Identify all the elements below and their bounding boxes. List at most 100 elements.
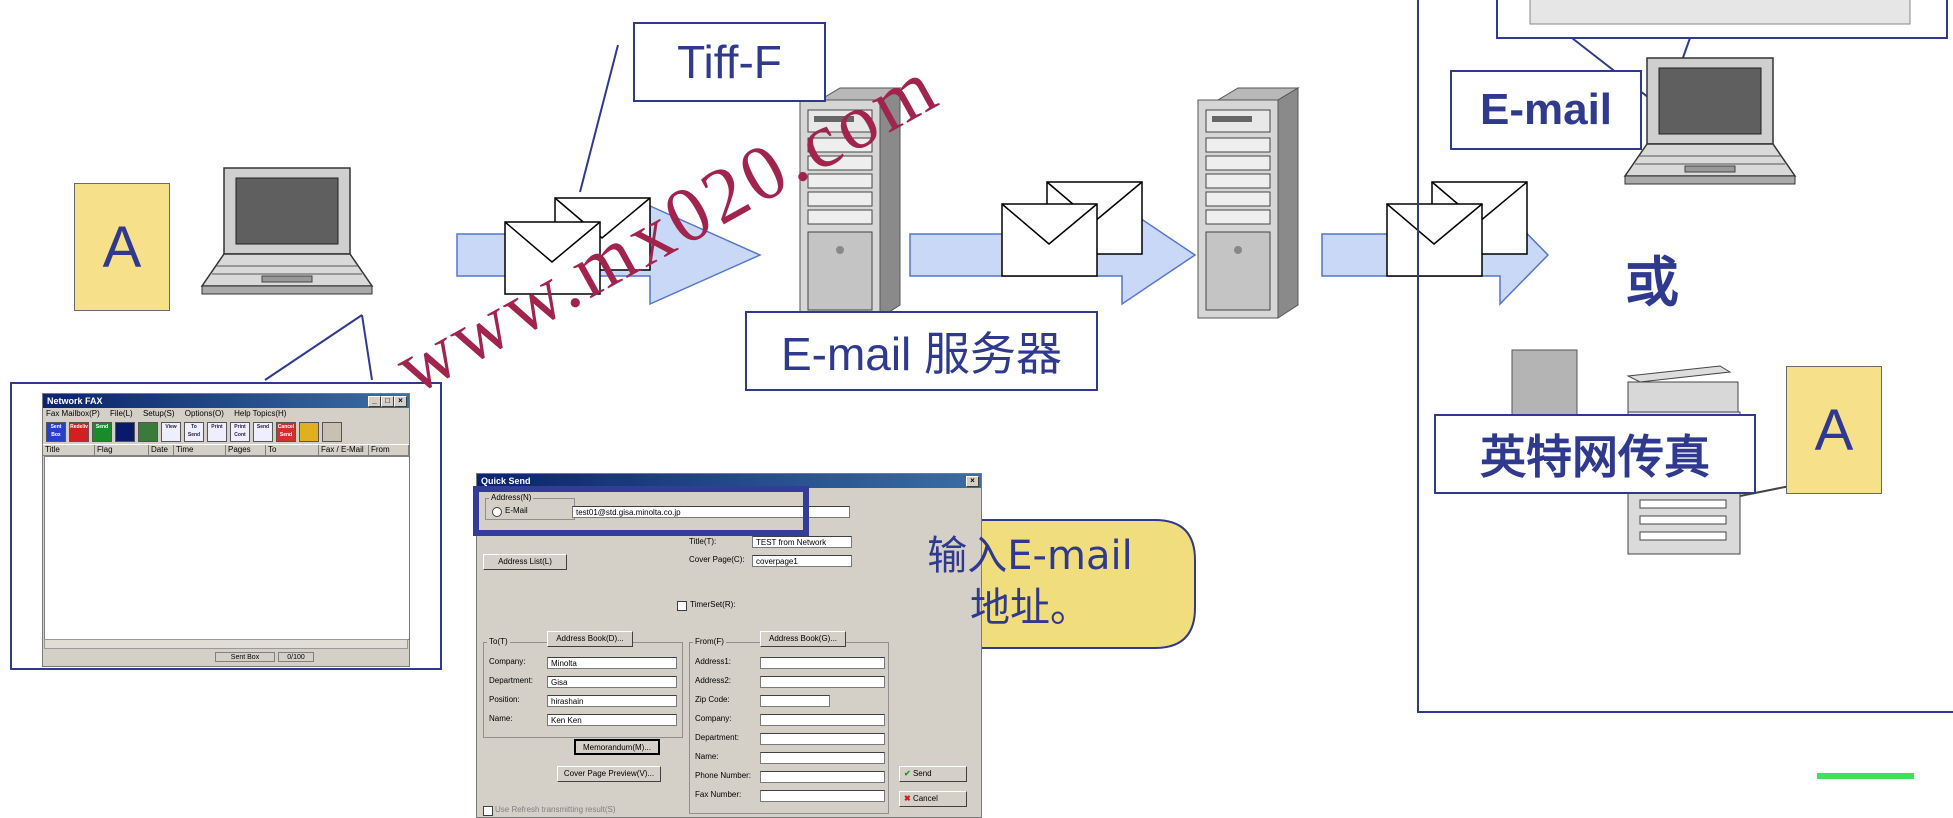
address-list-button[interactable]: Address List(L) xyxy=(483,554,567,570)
memorandum-button[interactable]: Memorandum(M)... xyxy=(574,739,660,755)
server-icon xyxy=(1197,87,1299,319)
cover-page-preview-button[interactable]: Cover Page Preview(V)... xyxy=(557,766,661,782)
tools-tool-icon[interactable] xyxy=(322,422,342,442)
document-a-right: A xyxy=(1786,366,1882,494)
envelope-tool-icon[interactable] xyxy=(138,422,158,442)
from-address2-field[interactable] xyxy=(760,676,885,688)
email-recipient-label: E-mail xyxy=(1450,70,1642,150)
send-tool[interactable]: Send xyxy=(92,422,112,442)
menu-fax-mailbox[interactable]: Fax Mailbox(P) xyxy=(46,409,100,418)
internet-fax-label: 英特网传真 xyxy=(1434,414,1756,494)
col-to[interactable]: To xyxy=(266,445,319,456)
search-tool-icon[interactable] xyxy=(299,422,319,442)
cancel-label: Cancel xyxy=(912,794,938,803)
col-flag[interactable]: Flag xyxy=(95,445,149,456)
col-fax-email[interactable]: Fax / E-Mail xyxy=(319,445,369,456)
to-department-field[interactable]: Gisa xyxy=(547,676,677,688)
to-position-label: Position: xyxy=(489,695,520,704)
to-name-field[interactable]: Ken Ken xyxy=(547,714,677,726)
print-content-tool[interactable]: Print Cont xyxy=(230,422,250,442)
to-company-field[interactable]: Minolta xyxy=(547,657,677,669)
to-send-tool[interactable]: To Send xyxy=(184,422,204,442)
col-title[interactable]: Title xyxy=(43,445,95,456)
maximize-button[interactable]: □ xyxy=(381,396,394,407)
from-address-book-button[interactable]: Address Book(G)... xyxy=(760,631,846,647)
cover-page-label: Cover Page(C): xyxy=(689,555,745,564)
window-title: Network FAX xyxy=(47,396,103,406)
network-fax-titlebar: Network FAX _ □ × xyxy=(43,394,409,408)
from-zip-field[interactable] xyxy=(760,695,830,707)
email-server-label: E-mail 服务器 xyxy=(745,311,1098,391)
or-label: 或 xyxy=(1625,251,1679,314)
to-department-label: Department: xyxy=(489,676,534,685)
column-header: Title Flag Date Time Pages To Fax / E-Ma… xyxy=(43,444,409,456)
connector-line xyxy=(361,314,373,381)
from-company-label: Company: xyxy=(695,714,732,723)
person-tool-icon[interactable] xyxy=(115,422,135,442)
to-company-label: Company: xyxy=(489,657,526,666)
cover-page-field[interactable]: coverpage1 xyxy=(752,555,852,567)
window-remnant-inner xyxy=(1529,0,1911,25)
from-address1-field[interactable] xyxy=(760,657,885,669)
timerset-label: TimerSet(R): xyxy=(690,600,736,609)
view-tool[interactable]: View xyxy=(161,422,181,442)
title-field[interactable]: TEST from Network xyxy=(752,536,852,548)
to-group-label: To(T) xyxy=(487,637,510,647)
to-address-book-button[interactable]: Address Book(D)... xyxy=(547,631,633,647)
send-label: Send xyxy=(912,769,932,778)
menu-options[interactable]: Options(O) xyxy=(185,409,224,418)
status-box: Sent Box xyxy=(215,652,275,662)
send-button[interactable]: ✔ Send xyxy=(899,766,967,782)
from-name-label: Name: xyxy=(695,752,719,761)
callout-text: 输入E-mail 地址。 xyxy=(927,533,1133,631)
green-marker xyxy=(1817,773,1914,779)
status-count: 0/100 xyxy=(278,652,314,662)
menu-bar: Fax Mailbox(P) File(L) Setup(S) Options(… xyxy=(43,408,409,420)
sent-box-tool[interactable]: Sent Box xyxy=(46,422,66,442)
from-address1-label: Address1: xyxy=(695,657,732,666)
dialog-title: Quick Send xyxy=(481,476,531,486)
timerset-checkbox[interactable] xyxy=(677,601,687,611)
connector-line xyxy=(579,44,619,193)
menu-file[interactable]: File(L) xyxy=(110,409,133,418)
from-address2-label: Address2: xyxy=(695,676,732,685)
connector-line xyxy=(264,314,363,381)
x-icon: ✖ xyxy=(904,794,911,803)
from-fax-field[interactable] xyxy=(760,790,885,802)
message-list[interactable] xyxy=(44,456,409,640)
toolbar: Sent Box Redeliv Send View To Send Print… xyxy=(43,420,409,444)
col-pages[interactable]: Pages xyxy=(226,445,266,456)
from-company-field[interactable] xyxy=(760,714,885,726)
from-phone-label: Phone Number: xyxy=(695,771,752,780)
laptop-icon xyxy=(201,167,373,295)
close-button[interactable]: × xyxy=(394,396,407,407)
from-group-label: From(F) xyxy=(693,637,726,647)
check-icon: ✔ xyxy=(904,769,911,778)
minimize-button[interactable]: _ xyxy=(368,396,381,407)
menu-help[interactable]: Help Topics(H) xyxy=(234,409,286,418)
refresh-checkbox[interactable] xyxy=(483,806,493,816)
horizontal-scrollbar[interactable] xyxy=(44,639,408,649)
from-name-field[interactable] xyxy=(760,752,885,764)
laptop-icon xyxy=(1624,57,1796,185)
cancel-send-tool[interactable]: Cancel Send xyxy=(276,422,296,442)
network-fax-window: Network FAX _ □ × Fax Mailbox(P) File(L)… xyxy=(42,393,410,667)
col-time[interactable]: Time xyxy=(174,445,226,456)
to-position-field[interactable]: hirashain xyxy=(547,695,677,707)
from-phone-field[interactable] xyxy=(760,771,885,783)
send-doc-tool[interactable]: Send xyxy=(253,422,273,442)
from-department-field[interactable] xyxy=(760,733,885,745)
menu-setup[interactable]: Setup(S) xyxy=(143,409,175,418)
col-from[interactable]: From xyxy=(369,445,409,456)
cancel-button[interactable]: ✖ Cancel xyxy=(899,791,967,807)
title-label: Title(T): xyxy=(689,537,717,546)
to-name-label: Name: xyxy=(489,714,513,723)
print-tool[interactable]: Print xyxy=(207,422,227,442)
from-fax-label: Fax Number: xyxy=(695,790,742,799)
close-button[interactable]: × xyxy=(966,476,979,487)
envelope-icon xyxy=(1001,203,1098,277)
col-date[interactable]: Date xyxy=(149,445,174,456)
redeliver-tool[interactable]: Redeliv xyxy=(69,422,89,442)
from-zip-label: Zip Code: xyxy=(695,695,730,704)
tiff-f-label: Tiff-F xyxy=(633,22,826,102)
